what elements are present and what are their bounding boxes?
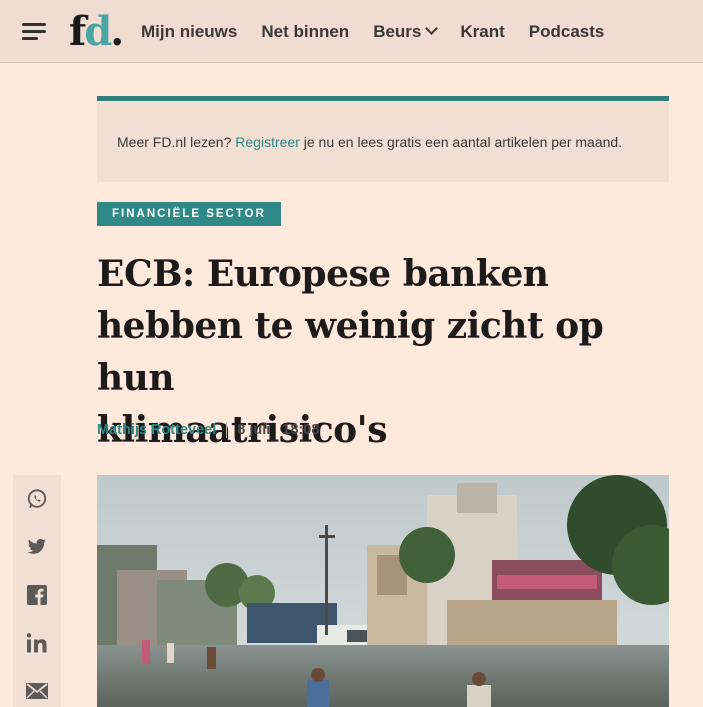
facebook-icon[interactable] <box>25 583 49 607</box>
headline-line: ECB: Europese banken <box>97 253 549 295</box>
banner-text: Meer FD.nl lezen? Registreer je nu en le… <box>117 133 623 150</box>
register-banner: Meer FD.nl lezen? Registreer je nu en le… <box>97 96 669 182</box>
email-icon[interactable] <box>25 679 49 703</box>
author-link[interactable]: Mathijs Rotteveel <box>97 422 216 438</box>
publish-date: 8 juli <box>237 422 271 438</box>
nav-krant[interactable]: Krant <box>460 22 504 42</box>
byline: Mathijs Rotteveel 8 juli 18:08 <box>97 422 319 438</box>
publish-time: 18:08 <box>282 422 320 438</box>
headline-line: hebben te weinig zicht op hun <box>97 305 604 399</box>
nav-beurs[interactable]: Beurs <box>373 21 439 42</box>
share-bar <box>13 475 61 707</box>
register-link[interactable]: Registreer <box>235 134 300 150</box>
menu-icon[interactable] <box>22 20 48 42</box>
twitter-icon[interactable] <box>25 535 49 559</box>
fd-logo[interactable]: fd. <box>69 8 124 56</box>
top-navigation-bar: fd. Mijn nieuws Net binnen Beurs Krant P… <box>0 0 703 63</box>
nav-mijn-nieuws[interactable]: Mijn nieuws <box>141 22 237 42</box>
nav-beurs-label: Beurs <box>373 21 422 41</box>
chevron-down-icon <box>425 22 439 35</box>
byline-divider <box>226 422 228 438</box>
article-photo <box>97 475 669 707</box>
main-nav: Mijn nieuws Net binnen Beurs Krant Podca… <box>141 0 628 63</box>
nav-podcasts[interactable]: Podcasts <box>529 22 605 42</box>
nav-net-binnen[interactable]: Net binnen <box>261 22 349 42</box>
section-tag[interactable]: FINANCIËLE SECTOR <box>97 202 281 226</box>
whatsapp-icon[interactable] <box>25 487 49 511</box>
linkedin-icon[interactable] <box>25 631 49 655</box>
flooded-street-image <box>97 475 669 707</box>
